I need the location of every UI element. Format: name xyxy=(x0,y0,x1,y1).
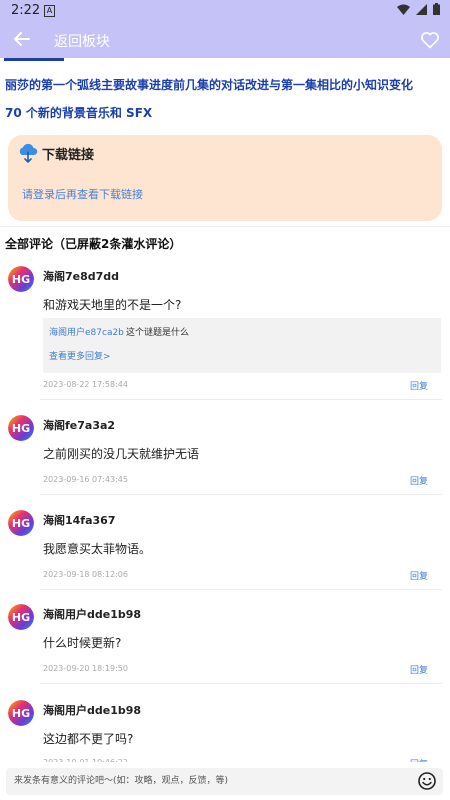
divider xyxy=(0,226,450,227)
notification-a-icon: A xyxy=(44,5,55,17)
reply-button[interactable]: 回复 xyxy=(410,663,428,676)
comment-text: 我愿意买太菲物语。 xyxy=(43,542,152,556)
content-line-2: 70 个新的背景音乐和 SFX xyxy=(5,106,153,120)
comment-text: 之前刚买的没几天就维护无语 xyxy=(43,447,200,461)
avatar[interactable]: HG xyxy=(8,510,34,536)
download-card: 下载链接 请登录后再查看下载链接 xyxy=(8,135,442,221)
svg-text:HG: HG xyxy=(12,273,30,286)
comment-time: 2023-09-16 07:43:45 xyxy=(43,475,128,484)
comment-input[interactable] xyxy=(14,772,409,790)
hg-logo-icon: HG xyxy=(8,700,34,726)
comment-divider xyxy=(40,399,442,400)
comment-username[interactable]: 海阁7e8d7dd xyxy=(43,268,119,284)
comment-text: 什么时候更新? xyxy=(43,636,122,650)
comment-username[interactable]: 海阁用户dde1b98 xyxy=(43,606,141,622)
wifi-icon xyxy=(397,4,410,15)
comment-input-box xyxy=(6,768,443,795)
comment-time: 2023-08-22 17:58:44 xyxy=(43,380,128,389)
comment-username[interactable]: 海阁用户dde1b98 xyxy=(43,702,141,718)
cloud-download-icon xyxy=(19,143,38,164)
reply-box: 海阁用户e87ca2b 这个谜题是什么 查看更多回复> xyxy=(43,318,441,373)
battery-icon xyxy=(433,3,440,15)
comment-time: 2023-09-20 18:19:50 xyxy=(43,664,128,673)
back-arrow-icon[interactable] xyxy=(13,30,31,48)
view-more-replies-link[interactable]: 查看更多回复> xyxy=(49,349,111,362)
comment-username[interactable]: 海阁14fa367 xyxy=(43,512,115,528)
appbar-title[interactable]: 返回板块 xyxy=(54,31,110,51)
comment-text: 和游戏天地里的不是一个? xyxy=(43,298,182,312)
download-login-link[interactable]: 请登录后再查看下载链接 xyxy=(22,186,143,202)
reply-button[interactable]: 回复 xyxy=(410,569,428,582)
favorite-heart-icon[interactable] xyxy=(420,30,440,50)
content-line-1: 丽莎的第一个弧线主要故事进度前几集的对话改进与第一集相比的小知识变化 xyxy=(5,78,414,92)
app-bar: 返回板块 xyxy=(0,22,450,58)
avatar[interactable]: HG xyxy=(8,415,34,441)
reply-text: 这个谜题是什么 xyxy=(126,328,190,338)
hg-logo-icon: HG xyxy=(8,415,34,441)
avatar[interactable]: HG xyxy=(8,266,34,292)
hg-logo-icon: HG xyxy=(8,266,34,292)
download-title: 下载链接 xyxy=(42,148,95,163)
comment-divider xyxy=(40,494,442,495)
avatar[interactable]: HG xyxy=(8,604,34,630)
reply-username[interactable]: 海阁用户e87ca2b xyxy=(49,325,124,338)
comment-divider xyxy=(40,683,442,684)
status-bar: 2:22 A xyxy=(0,0,450,22)
svg-text:HG: HG xyxy=(12,707,30,720)
avatar[interactable]: HG xyxy=(8,700,34,726)
comment-text: 这边都不更了吗? xyxy=(43,732,134,746)
reply-button[interactable]: 回复 xyxy=(410,379,428,392)
clipped-text-fragment xyxy=(4,58,64,63)
status-time: 2:22 xyxy=(11,3,41,18)
comment-divider xyxy=(40,589,442,590)
svg-text:HG: HG xyxy=(12,517,30,530)
reply-button[interactable]: 回复 xyxy=(410,474,428,487)
comment-time: 2023-09-18 08:12:06 xyxy=(43,570,128,579)
hg-logo-icon: HG xyxy=(8,604,34,630)
svg-text:HG: HG xyxy=(12,611,30,624)
signal-icon xyxy=(416,3,427,15)
comments-header: 全部评论（已屏蔽2条灌水评论） xyxy=(5,237,182,251)
emoji-icon[interactable] xyxy=(418,772,436,790)
svg-text:HG: HG xyxy=(12,422,30,435)
hg-logo-icon: HG xyxy=(8,510,34,536)
system-icons xyxy=(397,3,440,15)
comment-input-bar xyxy=(0,762,450,800)
comment-username[interactable]: 海阁fe7a3a2 xyxy=(43,417,115,433)
